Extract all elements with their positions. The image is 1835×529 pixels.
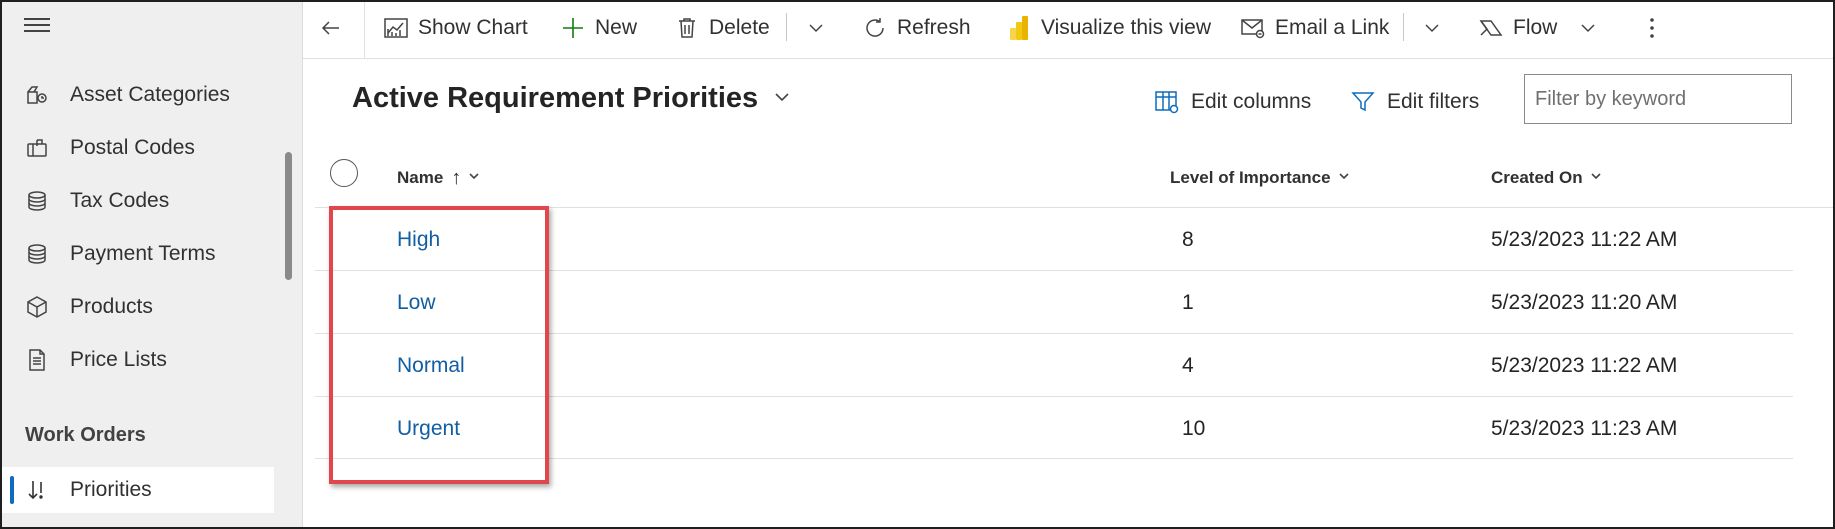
back-button[interactable] bbox=[318, 2, 353, 54]
flow-label: Flow bbox=[1513, 16, 1558, 39]
select-all-checkbox[interactable] bbox=[330, 159, 358, 187]
chevron-down-icon bbox=[803, 15, 829, 41]
flow-button[interactable]: Flow bbox=[1478, 2, 1610, 54]
column-header-label: Created On bbox=[1491, 168, 1583, 187]
email-link-button[interactable]: Email a Link bbox=[1240, 2, 1389, 54]
document-list-icon bbox=[24, 347, 50, 373]
box-icon bbox=[24, 294, 50, 320]
divider bbox=[315, 458, 1793, 459]
chevron-down-icon bbox=[1589, 168, 1603, 188]
record-name-link[interactable]: Low bbox=[397, 291, 436, 315]
chart-icon bbox=[383, 15, 409, 41]
level-of-importance-cell: 8 bbox=[1182, 228, 1194, 251]
refresh-label: Refresh bbox=[897, 16, 971, 39]
level-of-importance-cell: 10 bbox=[1182, 417, 1206, 440]
chevron-down-icon bbox=[1337, 168, 1351, 188]
power-bi-icon bbox=[1006, 15, 1032, 41]
flow-icon bbox=[1478, 15, 1504, 41]
column-header-label: Level of Importance bbox=[1170, 168, 1331, 187]
delete-button[interactable]: Delete bbox=[674, 2, 770, 54]
view-selector[interactable]: Active Requirement Priorities bbox=[352, 82, 792, 115]
sidebar-item-label: Price Lists bbox=[70, 348, 167, 371]
sidebar-item-priorities[interactable]: Priorities bbox=[2, 467, 274, 513]
sidebar-item-label: Products bbox=[70, 295, 153, 318]
app-window: Asset Categories Postal Codes Tax Codes … bbox=[0, 0, 1835, 529]
coin-stack-icon bbox=[24, 188, 50, 214]
chevron-down-icon bbox=[772, 82, 792, 115]
divider bbox=[315, 333, 1793, 334]
visualize-label: Visualize this view bbox=[1041, 16, 1212, 39]
show-chart-label: Show Chart bbox=[418, 16, 528, 39]
edit-columns-button[interactable]: Edit columns bbox=[1153, 82, 1311, 122]
filter-icon bbox=[1349, 88, 1377, 116]
more-commands-button[interactable] bbox=[1639, 2, 1674, 54]
edit-columns-label: Edit columns bbox=[1191, 90, 1312, 113]
chevron-down-icon bbox=[1575, 15, 1601, 41]
page-title: Active Requirement Priorities bbox=[352, 82, 759, 114]
record-name-link[interactable]: High bbox=[397, 228, 440, 252]
created-on-cell: 5/23/2023 11:23 AM bbox=[1491, 417, 1678, 440]
refresh-icon bbox=[862, 15, 888, 41]
sidebar-scrollbar[interactable] bbox=[285, 152, 292, 280]
column-header-name[interactable]: Name ↑ bbox=[397, 158, 481, 198]
email-link-label: Email a Link bbox=[1275, 16, 1390, 39]
sidebar-item-price-lists[interactable]: Price Lists bbox=[2, 337, 274, 383]
new-label: New bbox=[595, 16, 638, 39]
sidebar-item-tax-codes[interactable]: Tax Codes bbox=[2, 178, 274, 224]
more-vertical-icon bbox=[1639, 15, 1665, 41]
sort-ascending-icon: ↑ bbox=[451, 166, 462, 189]
chevron-down-icon bbox=[467, 168, 481, 188]
record-name-link[interactable]: Urgent bbox=[397, 417, 460, 441]
visualize-view-button[interactable]: Visualize this view bbox=[1006, 2, 1211, 54]
level-of-importance-cell: 1 bbox=[1182, 291, 1194, 314]
created-on-cell: 5/23/2023 11:22 AM bbox=[1491, 354, 1678, 377]
sidebar-item-label: Tax Codes bbox=[70, 189, 170, 212]
sidebar-item-payment-terms[interactable]: Payment Terms bbox=[2, 231, 274, 277]
sort-arrows-icon bbox=[24, 477, 50, 503]
sidebar-item-label: Asset Categories bbox=[70, 83, 230, 106]
created-on-cell: 5/23/2023 11:20 AM bbox=[1491, 291, 1678, 314]
edit-columns-icon bbox=[1153, 88, 1181, 116]
divider bbox=[315, 270, 1793, 271]
show-chart-button[interactable]: Show Chart bbox=[383, 2, 528, 54]
filter-keyword-input[interactable] bbox=[1524, 74, 1792, 124]
command-bar: Show Chart New Delete Refresh Visualize … bbox=[303, 2, 1833, 59]
mailbox-icon bbox=[24, 135, 50, 161]
delete-more-dropdown[interactable] bbox=[803, 2, 838, 54]
refresh-button[interactable]: Refresh bbox=[862, 2, 971, 54]
chevron-down-icon bbox=[1419, 15, 1445, 41]
divider bbox=[315, 396, 1793, 397]
column-header-level-of-importance[interactable]: Level of Importance bbox=[1170, 158, 1351, 198]
created-on-cell: 5/23/2023 11:22 AM bbox=[1491, 228, 1678, 251]
trash-icon bbox=[674, 15, 700, 41]
hamburger-menu-icon[interactable] bbox=[24, 18, 50, 36]
sidebar-item-label: Postal Codes bbox=[70, 136, 195, 159]
sidebar-item-products[interactable]: Products bbox=[2, 284, 274, 330]
plus-icon bbox=[560, 15, 586, 41]
sidebar-section-title: Work Orders bbox=[25, 424, 146, 446]
divider bbox=[786, 13, 787, 41]
selected-indicator bbox=[10, 476, 14, 504]
record-name-link[interactable]: Normal bbox=[397, 354, 465, 378]
back-arrow-icon bbox=[318, 15, 344, 41]
asset-categories-icon bbox=[24, 82, 50, 108]
divider bbox=[315, 207, 1833, 208]
sidebar-item-label: Payment Terms bbox=[70, 242, 216, 265]
column-header-created-on[interactable]: Created On bbox=[1491, 158, 1603, 198]
delete-label: Delete bbox=[709, 16, 770, 39]
sidebar-item-postal-codes[interactable]: Postal Codes bbox=[2, 125, 274, 171]
divider bbox=[1403, 13, 1404, 41]
new-button[interactable]: New bbox=[560, 2, 637, 54]
sidebar: Asset Categories Postal Codes Tax Codes … bbox=[2, 2, 303, 527]
email-more-dropdown[interactable] bbox=[1419, 2, 1454, 54]
column-header-label: Name bbox=[397, 168, 444, 187]
email-link-icon bbox=[1240, 15, 1266, 41]
sidebar-item-label: Priorities bbox=[70, 478, 152, 501]
edit-filters-label: Edit filters bbox=[1387, 90, 1480, 113]
coin-stack-icon bbox=[24, 241, 50, 267]
sidebar-item-asset-categories[interactable]: Asset Categories bbox=[2, 72, 274, 118]
level-of-importance-cell: 4 bbox=[1182, 354, 1194, 377]
divider bbox=[364, 2, 365, 58]
edit-filters-button[interactable]: Edit filters bbox=[1349, 82, 1479, 122]
